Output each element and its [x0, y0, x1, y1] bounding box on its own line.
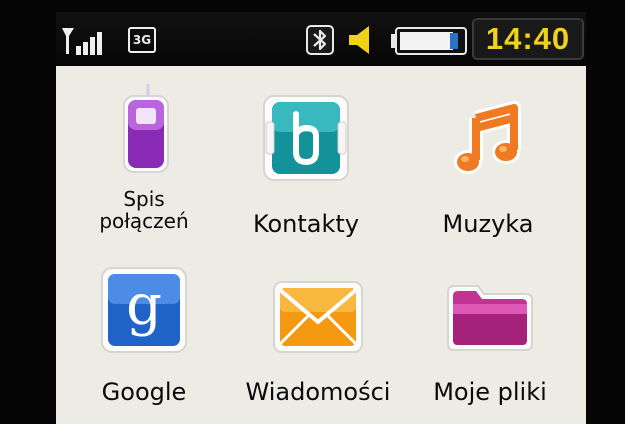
envelope-icon [273, 281, 363, 353]
google-icon: g [101, 267, 187, 353]
status-bar: 3G 14:40 [56, 12, 586, 66]
call-log-icon [123, 84, 169, 173]
clock: 14:40 [472, 18, 584, 60]
speaker-icon [349, 26, 369, 54]
phone-screen: 3G 14:40 Spis połączeń Kontakty Muzyka g… [56, 12, 586, 424]
menu-item-label: Muzyka [442, 210, 534, 238]
menu-item-my-files[interactable]: Moje pliki [410, 274, 570, 424]
battery-icon [391, 27, 467, 55]
menu-item-google[interactable]: g Google [64, 264, 224, 424]
svg-text:g: g [126, 273, 162, 338]
menu-item-label-line2: połączeń [99, 209, 189, 233]
menu-item-label: Moje pliki [433, 378, 547, 406]
bluetooth-icon [306, 25, 334, 55]
folder-icon [447, 285, 533, 351]
network-type-badge: 3G [128, 27, 156, 53]
menu-item-label: Kontakty [252, 210, 360, 238]
menu-item-label: Wiadomości [245, 378, 391, 406]
menu-item-messages[interactable]: Wiadomości [238, 274, 398, 424]
contacts-icon [263, 95, 349, 181]
menu-item-music[interactable]: Muzyka [408, 92, 568, 262]
menu-item-label: Google [101, 378, 187, 406]
menu-item-label-line1: Spis [123, 187, 165, 211]
music-note-icon [454, 101, 521, 174]
menu-item-contacts[interactable]: Kontakty [226, 92, 386, 262]
menu-item-call-log[interactable]: Spis połączeń [64, 84, 224, 254]
signal-strength-icon [62, 28, 102, 55]
